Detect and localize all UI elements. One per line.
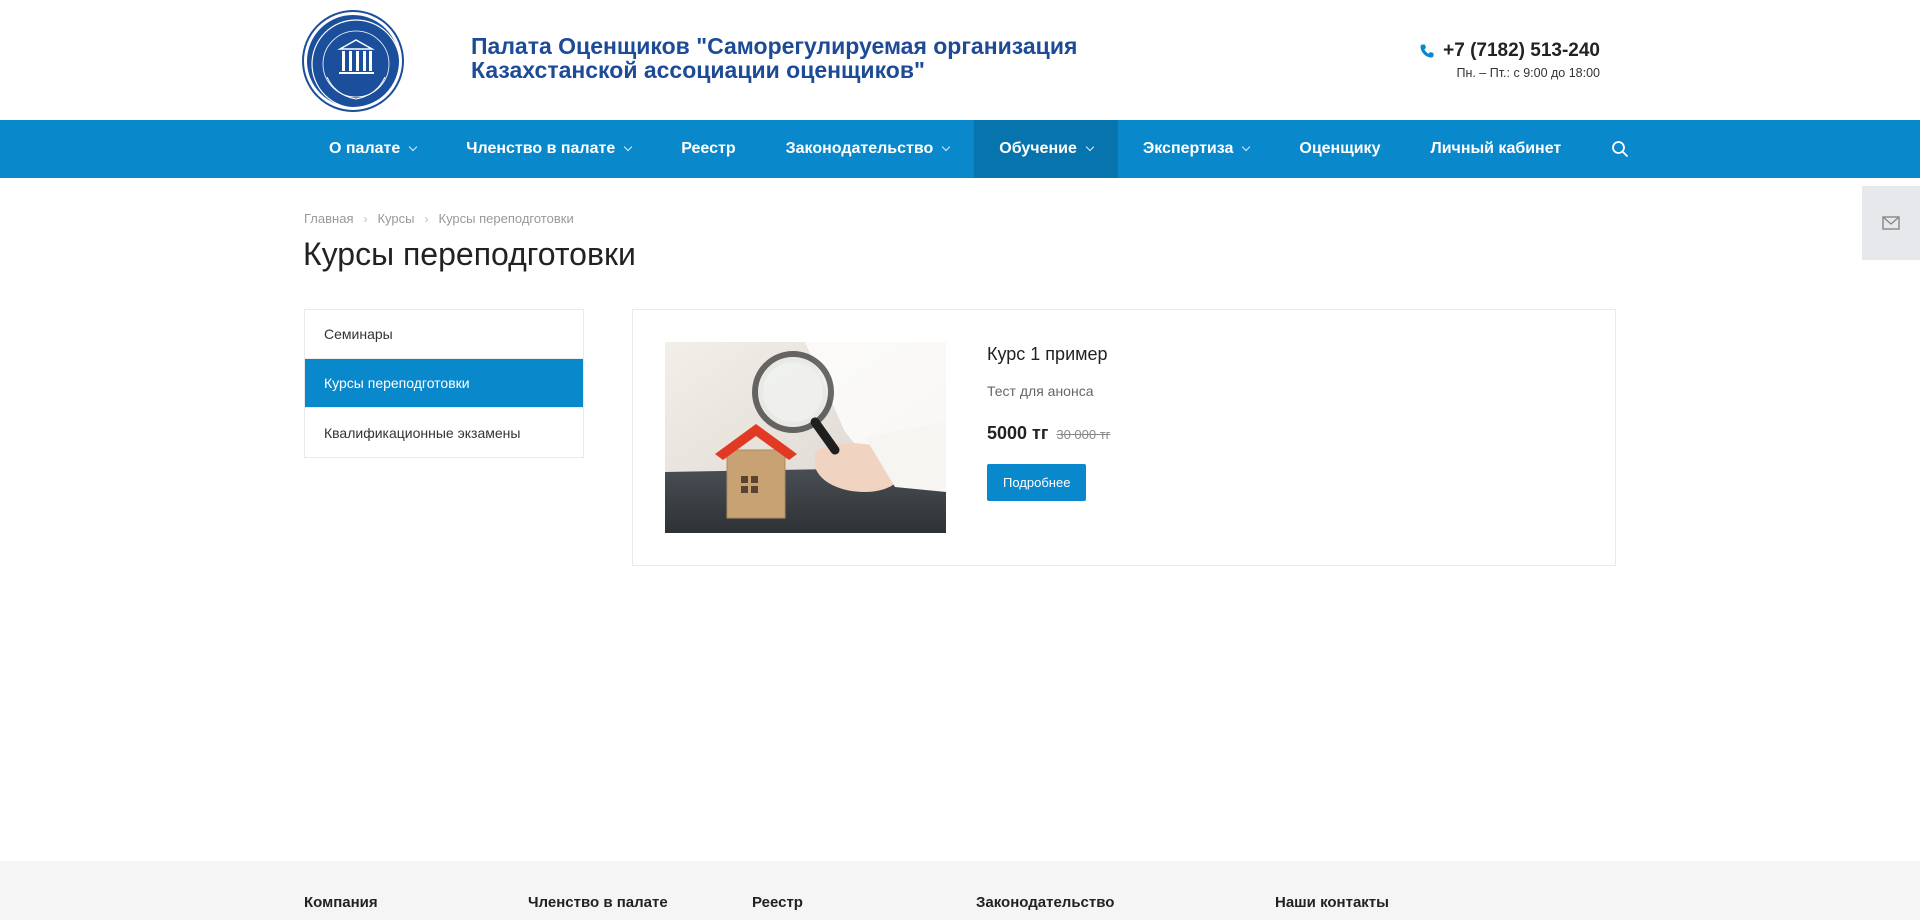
contact-block: +7 (7182) 513-240 Пн. – Пт.: с 9:00 до 1… xyxy=(1419,40,1600,80)
main-navigation: О палате Членство в палате Реестр Законо… xyxy=(0,120,1920,178)
organization-name-line2: Казахстанской ассоциации оценщиков" xyxy=(471,57,925,83)
nav-item-registry[interactable]: Реестр xyxy=(656,120,760,178)
nav-item-label: Оценщику xyxy=(1299,140,1381,157)
course-details: Курс 1 пример Тест для анонса 5000 тг 30… xyxy=(987,344,1110,501)
phone-icon xyxy=(1420,44,1434,58)
nav-items: О палате Членство в палате Реестр Законо… xyxy=(304,120,1654,178)
chevron-down-icon xyxy=(1085,142,1095,152)
search-button[interactable] xyxy=(1586,120,1654,178)
house-magnifier-image xyxy=(665,342,946,533)
chevron-down-icon xyxy=(623,142,633,152)
nav-item-label: О палате xyxy=(329,140,401,157)
nav-item-label: Членство в палате xyxy=(466,140,616,157)
footer-heading-registry[interactable]: Реестр xyxy=(752,894,803,911)
working-hours: Пн. – Пт.: с 9:00 до 18:00 xyxy=(1456,66,1600,80)
nav-item-about[interactable]: О палате xyxy=(304,120,441,178)
details-button[interactable]: Подробнее xyxy=(987,464,1087,501)
organization-name-line1: Палата Оценщиков "Саморегулируемая орган… xyxy=(471,33,1078,59)
price-row: 5000 тг 30 000 тг xyxy=(987,423,1110,444)
nav-item-membership[interactable]: Членство в палате xyxy=(441,120,656,178)
breadcrumb-courses[interactable]: Курсы xyxy=(377,211,414,226)
course-image[interactable] xyxy=(665,342,946,533)
breadcrumb: Главная › Курсы › Курсы переподготовки xyxy=(304,211,574,226)
page: Палата Оценщиков "Саморегулируемая орган… xyxy=(0,0,1920,920)
nav-item-personal-account[interactable]: Личный кабинет xyxy=(1405,120,1586,178)
nav-item-label: Экспертиза xyxy=(1142,140,1234,157)
mail-icon xyxy=(1882,216,1900,230)
course-description: Тест для анонса xyxy=(987,383,1094,399)
chevron-down-icon xyxy=(942,142,951,152)
site-logo[interactable] xyxy=(304,12,402,110)
nav-item-for-appraiser[interactable]: Оценщику xyxy=(1274,120,1405,178)
footer-heading-contacts[interactable]: Наши контакты xyxy=(1275,894,1389,911)
phone-link[interactable]: +7 (7182) 513-240 xyxy=(1419,40,1600,62)
feedback-tab[interactable] xyxy=(1862,186,1920,260)
section-menu-item-retraining[interactable]: Курсы переподготовки xyxy=(305,359,583,408)
chevron-down-icon xyxy=(409,142,418,152)
search-icon xyxy=(1612,141,1629,157)
breadcrumb-current: Курсы переподготовки xyxy=(438,211,574,226)
nav-item-legislation[interactable]: Законодательство xyxy=(761,120,975,178)
page-title: Курсы переподготовки xyxy=(303,236,636,272)
phone-number: +7 (7182) 513-240 xyxy=(1443,40,1600,61)
logo-emblem-icon xyxy=(311,19,401,109)
site-footer: Компания Членство в палате Реестр Законо… xyxy=(0,861,1920,920)
course-price: 5000 тг xyxy=(987,423,1049,443)
chevron-down-icon xyxy=(1242,142,1251,152)
nav-item-label: Личный кабинет xyxy=(1430,140,1562,157)
nav-item-label: Законодательство xyxy=(785,140,934,157)
nav-item-label: Обучение xyxy=(999,140,1077,157)
course-old-price: 30 000 тг xyxy=(1056,427,1111,442)
footer-heading-legislation[interactable]: Законодательство xyxy=(976,894,1114,911)
nav-item-education[interactable]: Обучение xyxy=(974,120,1118,178)
footer-heading-company[interactable]: Компания xyxy=(304,894,378,911)
breadcrumb-home[interactable]: Главная xyxy=(304,211,353,226)
course-card: Курс 1 пример Тест для анонса 5000 тг 30… xyxy=(632,309,1616,566)
footer-heading-membership[interactable]: Членство в палате xyxy=(528,894,668,911)
course-title[interactable]: Курс 1 пример xyxy=(987,344,1110,365)
nav-item-label: Реестр xyxy=(681,140,736,157)
nav-item-expertise[interactable]: Экспертиза xyxy=(1118,120,1275,178)
site-header: Палата Оценщиков "Саморегулируемая орган… xyxy=(0,0,1920,120)
section-menu-item-seminars[interactable]: Семинары xyxy=(305,310,583,359)
section-menu: Семинары Курсы переподготовки Квалификац… xyxy=(304,309,584,458)
breadcrumb-separator-icon: › xyxy=(424,211,429,226)
organization-name[interactable]: Палата Оценщиков "Саморегулируемая орган… xyxy=(471,34,1111,82)
breadcrumb-separator-icon: › xyxy=(363,211,368,226)
section-menu-item-exams[interactable]: Квалификационные экзамены xyxy=(305,408,583,457)
